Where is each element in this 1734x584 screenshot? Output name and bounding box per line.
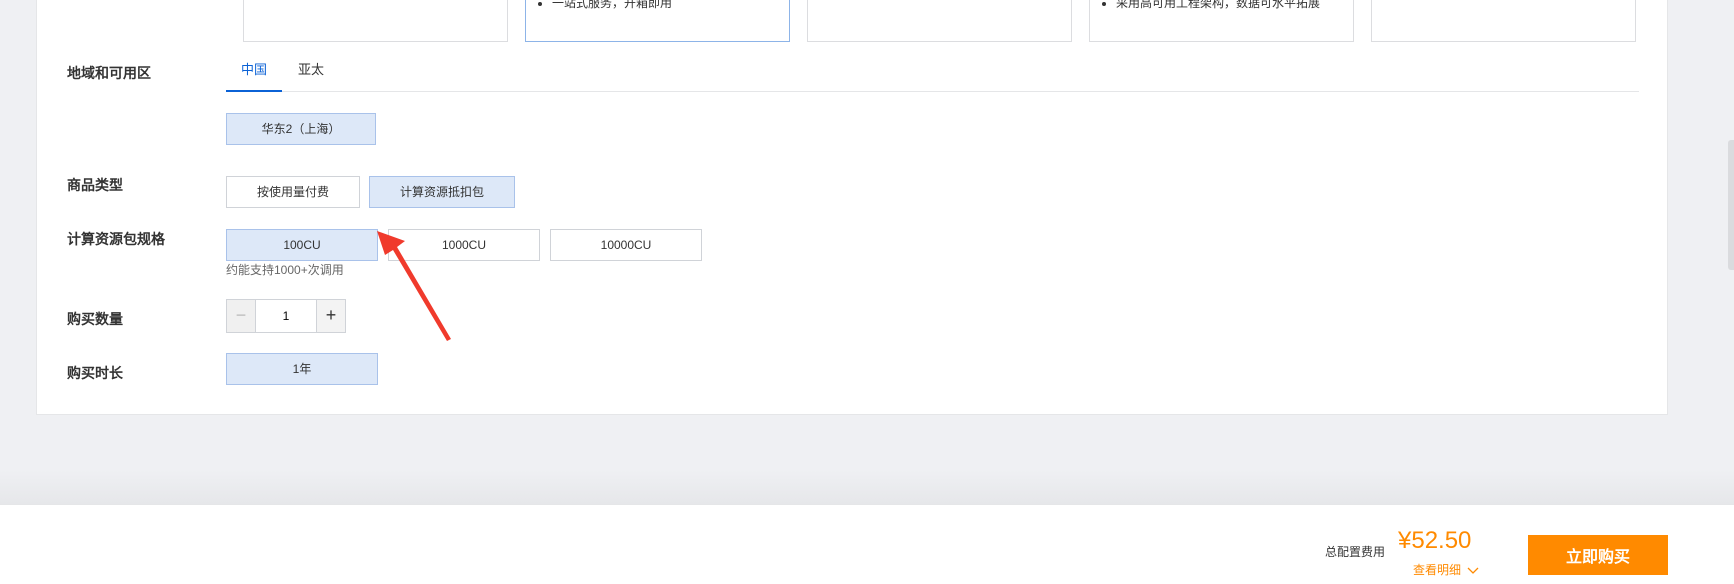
product-type-pay-as-you-go[interactable]: 按使用量付费	[226, 176, 360, 208]
region-option-shanghai[interactable]: 华东2（上海）	[226, 113, 376, 145]
quantity-label: 购买数量	[67, 311, 123, 327]
feature-card-4[interactable]: 采用高可用工程架构，数据可水平拓展	[1089, 0, 1354, 42]
feature-card-5[interactable]	[1371, 0, 1636, 42]
quantity-decrease-button[interactable]: −	[227, 300, 256, 332]
package-spec-hint: 约能支持1000+次调用	[226, 263, 344, 277]
annotation-arrow-icon	[377, 231, 451, 341]
purchase-footer: 总配置费用 ¥52.50 查看明细 立即购买	[0, 504, 1734, 584]
package-spec-label: 计算资源包规格	[67, 231, 165, 247]
buy-now-button[interactable]: 立即购买	[1528, 535, 1668, 575]
quantity-input[interactable]	[255, 300, 317, 332]
config-panel: 一站式服务，开箱即用 采用高可用工程架构，数据可水平拓展 地域和可用区 中国 亚…	[36, 0, 1668, 415]
quantity-stepper: − +	[226, 299, 346, 333]
package-spec-10000cu[interactable]: 10000CU	[550, 229, 702, 261]
package-spec-100cu[interactable]: 100CU	[226, 229, 378, 261]
product-type-resource-package[interactable]: 计算资源抵扣包	[369, 176, 515, 208]
view-details-link[interactable]: 查看明细	[1413, 561, 1479, 578]
quantity-increase-button[interactable]: +	[316, 300, 345, 332]
feature-card-text: 采用高可用工程架构，数据可水平拓展	[1102, 0, 1320, 11]
feature-card-text: 一站式服务，开箱即用	[538, 0, 672, 11]
feature-card-2[interactable]: 一站式服务，开箱即用	[525, 0, 790, 42]
region-label: 地域和可用区	[67, 65, 151, 81]
tab-china[interactable]: 中国	[226, 51, 282, 92]
view-details-text: 查看明细	[1413, 563, 1462, 577]
tab-asia-pacific[interactable]: 亚太	[296, 51, 326, 90]
region-tabs: 中国 亚太	[226, 51, 1639, 92]
page-background-strip	[0, 470, 1734, 504]
duration-option-1-year[interactable]: 1年	[226, 353, 378, 385]
duration-label: 购买时长	[67, 365, 123, 381]
feature-card-1[interactable]	[243, 0, 508, 42]
feature-card-3[interactable]	[807, 0, 1072, 42]
side-tab-edge[interactable]	[1728, 140, 1734, 270]
product-type-label: 商品类型	[67, 177, 123, 193]
total-cost-label: 总配置费用	[1325, 545, 1386, 559]
total-price: ¥52.50	[1398, 527, 1472, 554]
chevron-down-icon	[1467, 567, 1479, 574]
